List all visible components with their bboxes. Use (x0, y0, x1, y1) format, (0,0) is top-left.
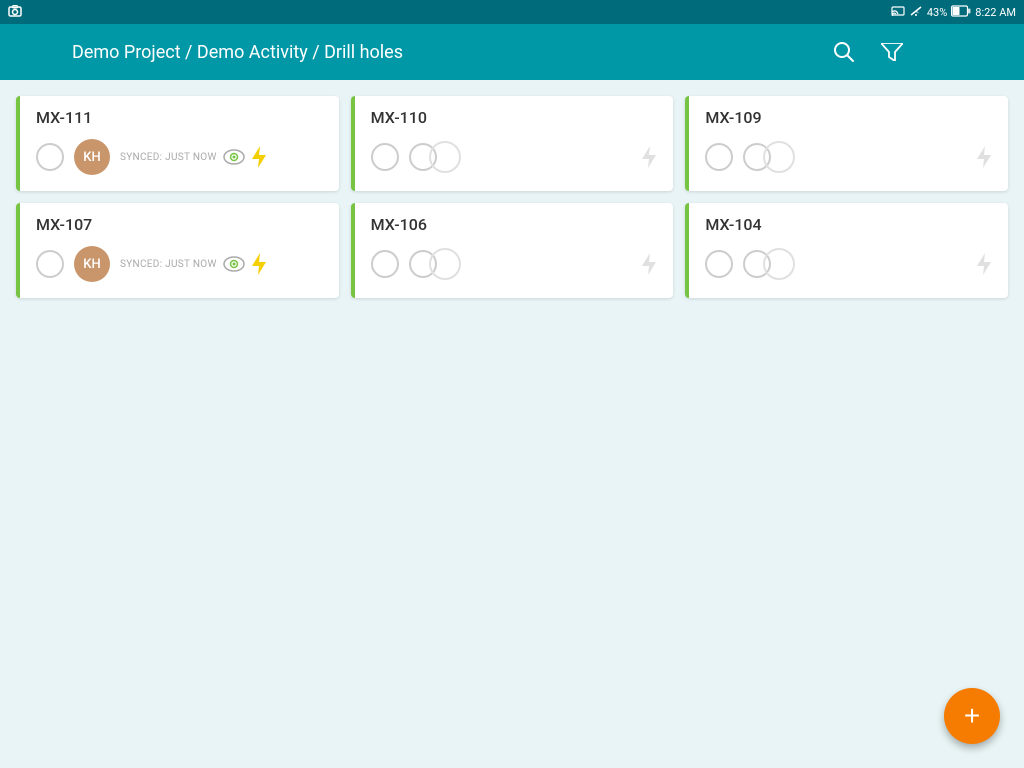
drill-card-title-mx-106: MX-106 (371, 215, 658, 234)
app-bar-title: Demo Project / Demo Activity / Drill hol… (72, 42, 808, 63)
drill-card-title-mx-110: MX-110 (371, 108, 658, 127)
radio-circle[interactable] (36, 250, 64, 278)
lightning-active-icon (251, 253, 267, 275)
radio-circle[interactable] (705, 143, 733, 171)
drill-card-body-mx-109 (705, 135, 992, 179)
drill-card-body-mx-107: KH SYNCED: JUST NOW (36, 242, 323, 286)
flash-button[interactable] (920, 32, 960, 72)
drill-card-mx-107[interactable]: MX-107 KH SYNCED: JUST NOW (16, 203, 339, 298)
sync-text: SYNCED: JUST NOW (120, 152, 217, 163)
app-bar-actions (824, 32, 1008, 72)
drill-card-mx-104[interactable]: MX-104 (685, 203, 1008, 298)
search-button[interactable] (824, 32, 864, 72)
sync-text: SYNCED: JUST NOW (120, 259, 217, 270)
camera-icon (8, 5, 22, 20)
screen-cast-icon (891, 5, 905, 20)
phantom-circle (429, 141, 461, 173)
drill-card-mx-110[interactable]: MX-110 (351, 96, 674, 191)
phantom-circles (409, 141, 632, 173)
sync-eye-icon (223, 149, 245, 165)
more-button[interactable] (968, 32, 1008, 72)
user-avatar: KH (74, 139, 110, 175)
filter-button[interactable] (872, 32, 912, 72)
menu-button[interactable] (16, 32, 56, 72)
radio-circle[interactable] (705, 250, 733, 278)
phantom-circles (743, 248, 966, 280)
drill-card-body-mx-110 (371, 135, 658, 179)
drill-card-mx-109[interactable]: MX-109 (685, 96, 1008, 191)
drill-card-mx-106[interactable]: MX-106 (351, 203, 674, 298)
phantom-circles (409, 248, 632, 280)
time-display: 8:22 AM (975, 6, 1016, 19)
drill-card-mx-111[interactable]: MX-111 KH SYNCED: JUST NOW (16, 96, 339, 191)
radio-circle[interactable] (36, 143, 64, 171)
sync-info: SYNCED: JUST NOW (120, 253, 323, 275)
drill-card-title-mx-107: MX-107 (36, 215, 323, 234)
lightning-inactive-icon (976, 253, 992, 275)
lightning-inactive-icon (641, 146, 657, 168)
drill-card-title-mx-104: MX-104 (705, 215, 992, 234)
status-bar-left (8, 5, 22, 20)
wifi-icon (909, 5, 923, 20)
status-bar-right: 43% 8:22 AM (891, 5, 1016, 20)
drill-holes-grid: MX-111 KH SYNCED: JUST NOW MX-110 MX-109 MX-… (0, 80, 1024, 314)
drill-card-body-mx-111: KH SYNCED: JUST NOW (36, 135, 323, 179)
radio-circle[interactable] (371, 143, 399, 171)
lightning-inactive-icon (641, 253, 657, 275)
sync-eye-icon (223, 256, 245, 272)
phantom-circles (743, 141, 966, 173)
user-avatar: KH (74, 246, 110, 282)
drill-card-body-mx-106 (371, 242, 658, 286)
battery-icon (951, 5, 971, 20)
lightning-active-icon (251, 146, 267, 168)
app-bar: Demo Project / Demo Activity / Drill hol… (0, 24, 1024, 80)
status-bar: 43% 8:22 AM (0, 0, 1024, 24)
phantom-circle (763, 248, 795, 280)
drill-card-title-mx-109: MX-109 (705, 108, 992, 127)
battery-text: 43% (927, 6, 947, 19)
drill-card-title-mx-111: MX-111 (36, 108, 323, 127)
add-fab[interactable]: + (944, 688, 1000, 744)
sync-info: SYNCED: JUST NOW (120, 146, 323, 168)
lightning-inactive-icon (976, 146, 992, 168)
radio-circle[interactable] (371, 250, 399, 278)
drill-card-body-mx-104 (705, 242, 992, 286)
phantom-circle (763, 141, 795, 173)
phantom-circle (429, 248, 461, 280)
